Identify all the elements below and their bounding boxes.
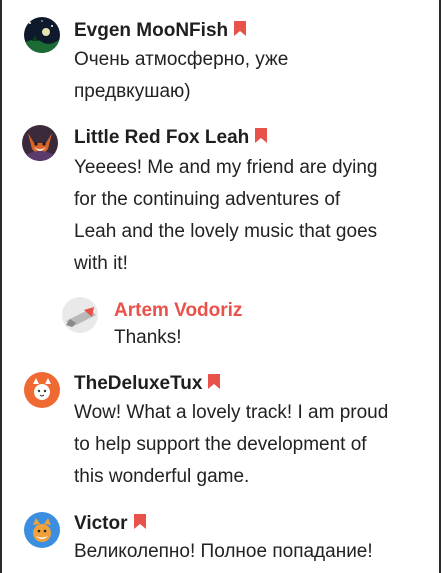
bookmark-icon — [133, 514, 146, 530]
bookmark-icon — [234, 21, 247, 37]
blue-cat-avatar-icon — [24, 512, 60, 548]
night-sky-avatar-icon — [24, 17, 60, 53]
fox-avatar-icon — [22, 125, 58, 161]
orange-cat-avatar-icon — [24, 372, 60, 408]
comment-author[interactable]: Evgen MooNFish — [74, 19, 247, 43]
comment-text: Великолепно! Полное попадание! — [74, 541, 373, 562]
comment-author[interactable]: Victor — [74, 512, 146, 536]
avatar[interactable] — [24, 17, 60, 53]
avatar[interactable] — [22, 125, 58, 161]
author-name[interactable]: Victor — [74, 513, 128, 534]
comment-author[interactable]: Little Red Fox Leah — [74, 126, 268, 150]
author-name[interactable]: Little Red Fox Leah — [74, 127, 249, 148]
comment-author[interactable]: Artem Vodoriz — [114, 299, 242, 323]
comment-text: Очень атмосферно, уже предвкушаю) — [74, 49, 289, 102]
comment-author[interactable]: TheDeluxeTux — [74, 372, 221, 396]
comment-text: Thanks! — [114, 327, 182, 348]
comment-text: Wow! What a lovely track! I am proud to … — [74, 402, 389, 487]
comment-text: Yeeees! Me and my friend are dying for t… — [74, 157, 378, 274]
left-border — [0, 0, 2, 573]
avatar[interactable] — [24, 372, 60, 408]
avatar[interactable] — [24, 512, 60, 548]
rocket-avatar-icon — [62, 297, 98, 333]
bookmark-icon — [255, 128, 268, 144]
author-name[interactable]: Evgen MooNFish — [74, 20, 228, 41]
author-name[interactable]: Artem Vodoriz — [114, 300, 242, 321]
bookmark-icon — [208, 374, 221, 390]
avatar[interactable] — [62, 297, 98, 333]
author-name[interactable]: TheDeluxeTux — [74, 373, 202, 394]
